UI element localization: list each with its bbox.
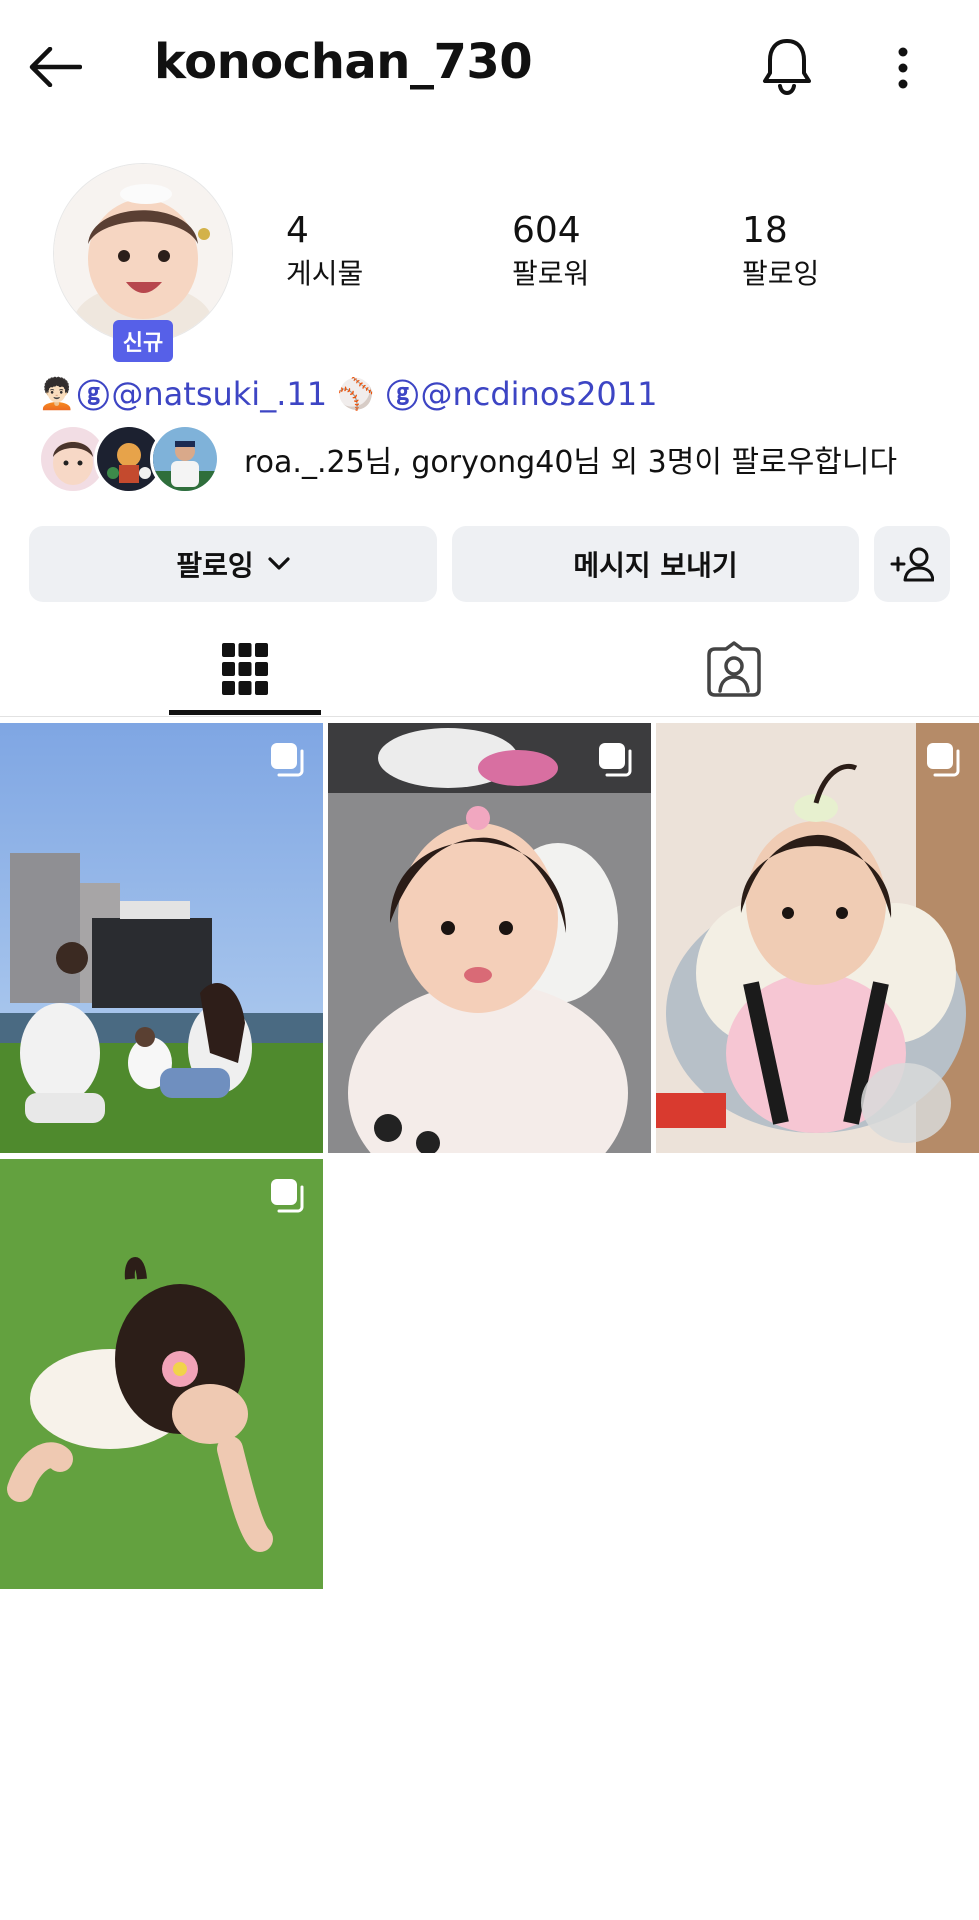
tab-tagged[interactable] (658, 622, 810, 716)
post-image (0, 723, 323, 1153)
active-tab-indicator (169, 710, 321, 715)
posts-label: 게시물 (286, 257, 364, 290)
baseball-emoji-icon: ⚾ (337, 376, 375, 412)
new-badge: 신규 (113, 320, 173, 362)
followers-label: 팔로워 (512, 257, 590, 290)
threads-icon: ⓖ (386, 377, 419, 415)
following-count: 18 (742, 210, 788, 251)
followed-by-row[interactable]: roa._.25님, goryong40님 외 3명이 팔로우합니다 (38, 422, 897, 496)
post-thumbnail[interactable] (656, 723, 979, 1153)
chevron-down-icon (268, 557, 290, 571)
message-button[interactable]: 메시지 보내기 (452, 526, 859, 602)
mutual-avatars (38, 422, 224, 496)
profile-tabs (0, 622, 979, 717)
message-button-label: 메시지 보내기 (573, 549, 738, 582)
followers-stat[interactable]: 604 팔로워 (512, 208, 589, 294)
profile-avatar[interactable]: 신규 (54, 164, 232, 362)
tagged-person-icon (707, 641, 761, 697)
back-button[interactable] (26, 38, 84, 96)
bell-icon (763, 39, 811, 95)
multiple-posts-icon (599, 743, 632, 777)
arrow-left-icon (29, 47, 82, 87)
posts-stat[interactable]: 4 게시물 (286, 208, 363, 294)
bio-link-ncdinos[interactable]: @ncdinos2011 (420, 375, 657, 413)
top-bar: konochan_730 (0, 0, 979, 135)
multiple-posts-icon (271, 743, 304, 777)
avatar (54, 164, 232, 342)
post-thumbnail[interactable] (0, 723, 323, 1153)
more-options-button[interactable] (880, 40, 926, 96)
multiple-posts-icon (927, 743, 960, 777)
tab-posts-grid[interactable] (169, 622, 321, 716)
following-button[interactable]: 팔로잉 (29, 526, 437, 602)
following-button-label: 팔로잉 (176, 549, 254, 582)
threads-icon: ⓖ (77, 377, 110, 415)
grid-icon (222, 643, 268, 695)
more-vertical-icon (898, 47, 908, 89)
following-stat[interactable]: 18 팔로잉 (742, 208, 819, 294)
posts-count: 4 (286, 210, 309, 251)
following-label: 팔로잉 (742, 257, 820, 290)
post-thumbnail[interactable] (0, 1159, 323, 1589)
profile-page: konochan_730 신규 (0, 0, 979, 1920)
post-thumbnail[interactable] (328, 723, 651, 1153)
post-image (656, 723, 979, 1153)
multiple-posts-icon (271, 1179, 304, 1213)
bio-links: 🧑🏻‍🦱 ⓖ @natsuki_.11 ⚾ ⓖ @ncdinos2011 (38, 372, 658, 416)
post-image (0, 1159, 323, 1589)
add-person-button[interactable] (874, 526, 950, 602)
notifications-button[interactable] (757, 34, 817, 98)
followed-by-text: roa._.25님, goryong40님 외 3명이 팔로우합니다 (244, 445, 898, 480)
add-person-icon (890, 547, 934, 582)
person-emoji-icon: 🧑🏻‍🦱 (38, 376, 76, 412)
avatar (150, 424, 220, 494)
post-image (328, 723, 651, 1153)
profile-username: konochan_730 (154, 34, 533, 90)
bio-link-natsuki[interactable]: @natsuki_.11 (111, 375, 327, 413)
followers-count: 604 (512, 210, 581, 251)
